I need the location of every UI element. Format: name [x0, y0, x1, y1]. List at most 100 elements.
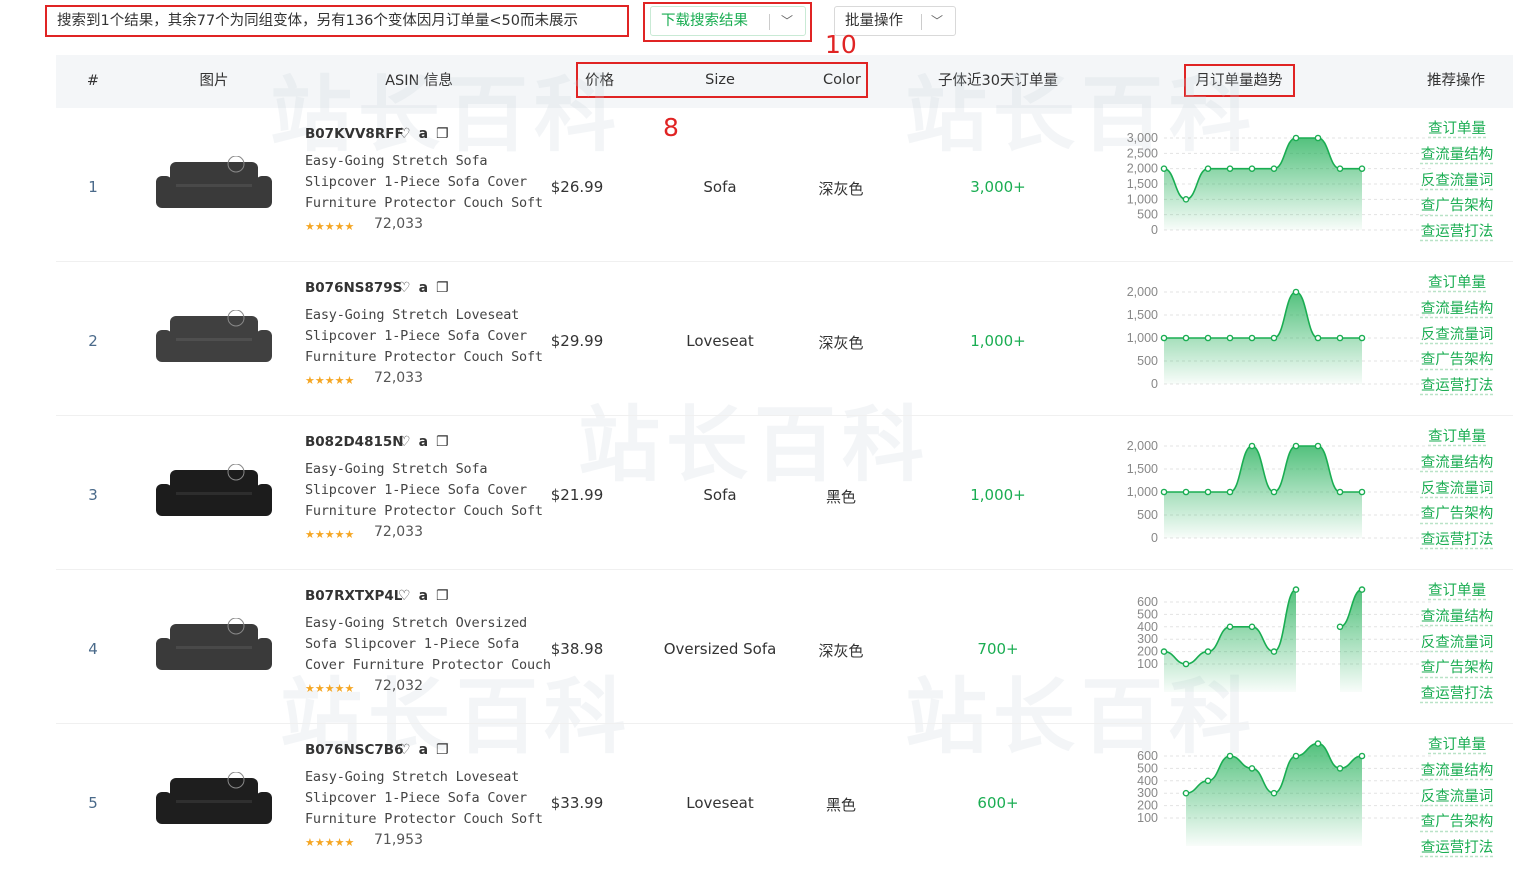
- product-title-line[interactable]: Slipcover 1-Piece Sofa Cover: [305, 174, 527, 190]
- chart-point: [1292, 586, 1300, 593]
- download-results-button[interactable]: 下载搜索结果 ﹀: [650, 6, 806, 36]
- product-title-line[interactable]: Cover Furniture Protector Couch: [305, 657, 551, 673]
- product-image[interactable]: [156, 156, 272, 214]
- table-row[interactable]: 1 B07KVV8RFF ♡ a ❐ Easy-Going Stretch Sofa Sli…: [56, 108, 1513, 262]
- asin-code[interactable]: B076NS879S: [305, 280, 402, 296]
- product-title-line[interactable]: Sofa Slipcover 1-Piece Sofa: [305, 636, 519, 652]
- col-color[interactable]: Color: [823, 54, 861, 107]
- amazon-icon[interactable]: a: [419, 126, 428, 142]
- chart-point: [1226, 488, 1234, 496]
- copy-icon[interactable]: ❐: [436, 126, 449, 142]
- product-title-line[interactable]: Furniture Protector Couch Soft: [305, 349, 543, 365]
- amazon-icon[interactable]: a: [419, 588, 428, 604]
- chart-point: [1270, 789, 1278, 797]
- size-value: Loveseat: [686, 332, 754, 350]
- heart-icon[interactable]: ♡: [398, 126, 411, 142]
- color-value: 深灰色: [818, 642, 864, 660]
- chart-point: [1182, 488, 1190, 496]
- heart-icon[interactable]: ♡: [398, 280, 411, 296]
- price-value: $21.99: [550, 486, 604, 504]
- product-image[interactable]: [156, 772, 272, 830]
- monthly-orders-trend-chart: 2,000 1,500 1,000 500 0: [1127, 439, 1432, 545]
- product-image[interactable]: [156, 310, 272, 368]
- heart-icon[interactable]: ♡: [398, 434, 411, 450]
- asin-code[interactable]: B082D4815N: [305, 434, 404, 450]
- chart-point: [1270, 648, 1278, 655]
- chevron-down-icon[interactable]: ﹀: [931, 7, 943, 35]
- product-title-line[interactable]: Easy-Going Stretch Loveseat: [305, 769, 519, 785]
- product-title-line[interactable]: Slipcover 1-Piece Sofa Cover: [305, 482, 527, 498]
- star-rating-icon: ★★★★★: [305, 220, 355, 233]
- chart-point: [1270, 334, 1278, 342]
- col-price[interactable]: 价格: [585, 55, 614, 108]
- product-image[interactable]: [156, 618, 272, 676]
- product-title-line[interactable]: Furniture Protector Couch Soft: [305, 195, 543, 211]
- chart-point: [1358, 334, 1366, 342]
- rating-count: 72,032: [374, 678, 423, 694]
- copy-icon[interactable]: ❐: [436, 742, 449, 758]
- monthly-orders-trend-chart: 3,0002,500 2,0001,5001,000 5000: [1127, 131, 1432, 237]
- heart-icon[interactable]: ♡: [398, 742, 411, 758]
- color-value: 深灰色: [818, 334, 864, 352]
- chart-ytick-label: 1,500: [1127, 462, 1158, 476]
- row-index: 4: [88, 640, 98, 658]
- chart-point: [1358, 752, 1366, 760]
- asin-code[interactable]: B07RXTXP4L: [305, 588, 402, 604]
- orders-30d-value: 600+: [977, 794, 1019, 812]
- price-value: $26.99: [550, 178, 604, 196]
- table-row[interactable]: 4 B07RXTXP4L ♡ a ❐ Easy-Going Stretch Oversiz…: [56, 570, 1513, 724]
- product-title-line[interactable]: Furniture Protector Couch Soft: [305, 811, 543, 827]
- amazon-icon[interactable]: a: [419, 742, 428, 758]
- chart-ytick-label: 500: [1137, 508, 1158, 522]
- asin-icon-group: ♡ a ❐: [398, 588, 457, 606]
- product-image[interactable]: [156, 464, 272, 522]
- product-title-line[interactable]: Easy-Going Stretch Sofa: [305, 461, 488, 477]
- rating-count: 72,033: [374, 524, 423, 540]
- product-title-line[interactable]: Furniture Protector Couch Soft: [305, 503, 543, 519]
- search-summary: 搜索到1个结果，其余77个为同组变体，另有136个变体因月订单量<50而未展示: [45, 5, 629, 37]
- chart-point: [1336, 623, 1344, 631]
- col-orders-30d[interactable]: 子体近30天订单量: [938, 55, 1058, 108]
- table-row[interactable]: 5 B076NSC7B6 ♡ a ❐ Easy-Going Stretch Lovesea…: [56, 724, 1513, 871]
- chart-ytick-label: 2,000: [1127, 162, 1158, 176]
- product-title-line[interactable]: Easy-Going Stretch Sofa: [305, 153, 488, 169]
- chart-point: [1204, 488, 1212, 496]
- chart-ytick-label: 500: [1137, 208, 1158, 222]
- star-rating-icon: ★★★★★: [305, 682, 355, 695]
- product-title-line[interactable]: Easy-Going Stretch Oversized: [305, 615, 527, 631]
- product-title-line[interactable]: Easy-Going Stretch Loveseat: [305, 307, 519, 323]
- copy-icon[interactable]: ❐: [436, 434, 449, 450]
- col-size[interactable]: Size: [705, 54, 735, 107]
- row-index: 5: [88, 794, 98, 812]
- asin-code[interactable]: B07KVV8RFF: [305, 126, 404, 142]
- chart-point: [1182, 660, 1190, 668]
- chart-point: [1270, 488, 1278, 496]
- chart-ytick-label: 2,500: [1127, 146, 1158, 160]
- col-trend: 月订单量趋势: [1195, 73, 1283, 89]
- chart-area: [1164, 589, 1296, 692]
- chart-point: [1204, 334, 1212, 342]
- rating-count: 72,033: [374, 370, 423, 386]
- chart-ytick-label: 1,000: [1127, 192, 1158, 206]
- star-rating-icon: ★★★★★: [305, 374, 355, 387]
- chevron-down-icon[interactable]: ﹀: [781, 7, 793, 35]
- product-title-line[interactable]: Slipcover 1-Piece Sofa Cover: [305, 328, 527, 344]
- chart-point: [1314, 740, 1322, 747]
- chart-area: [1164, 138, 1362, 230]
- amazon-icon[interactable]: a: [419, 280, 428, 296]
- chart-point: [1204, 165, 1212, 172]
- row-index: 1: [88, 178, 98, 196]
- color-value: 黑色: [825, 488, 857, 506]
- table-row[interactable]: 2 B076NS879S ♡ a ❐ Easy-Going Stretch Lovesea…: [56, 262, 1513, 416]
- amazon-icon[interactable]: a: [419, 434, 428, 450]
- chart-point: [1204, 648, 1212, 655]
- chart-point: [1182, 789, 1190, 797]
- table-row[interactable]: 3 B082D4815N ♡ a ❐ Easy-Going Stretch Sofa Sli…: [56, 416, 1513, 570]
- copy-icon[interactable]: ❐: [436, 280, 449, 296]
- heart-icon[interactable]: ♡: [398, 588, 411, 604]
- copy-icon[interactable]: ❐: [436, 588, 449, 604]
- product-title-line[interactable]: Slipcover 1-Piece Sofa Cover: [305, 790, 527, 806]
- row-index: 3: [88, 486, 98, 504]
- asin-code[interactable]: B076NSC7B6: [305, 742, 403, 758]
- chart-point: [1314, 334, 1322, 342]
